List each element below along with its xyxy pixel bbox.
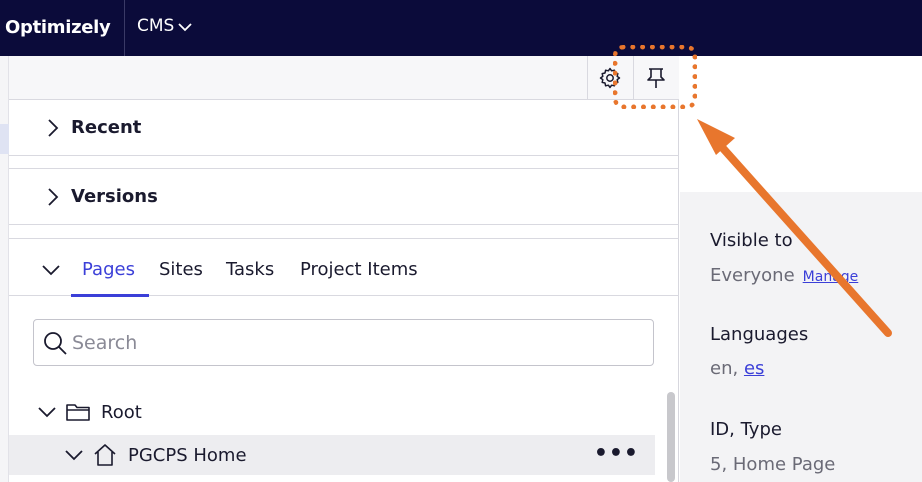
search-icon xyxy=(44,331,67,355)
chevron-down-icon xyxy=(42,265,60,276)
tree-node-root[interactable]: Root xyxy=(9,392,665,432)
tree-node-label: Root xyxy=(101,401,142,423)
recent-section-label: Recent xyxy=(71,117,142,138)
chevron-right-icon xyxy=(48,118,59,137)
topbar-divider xyxy=(124,0,125,56)
manage-link[interactable]: Manage xyxy=(803,269,859,285)
tree-scrollbar[interactable] xyxy=(665,392,677,482)
tree-node-label: PGCPS Home xyxy=(128,444,247,466)
tab-sites[interactable]: Sites xyxy=(159,259,203,280)
chevron-down-icon[interactable] xyxy=(64,449,84,461)
versions-section-header[interactable]: Versions xyxy=(9,168,679,225)
right-panel-header xyxy=(680,56,922,192)
tab-pages[interactable]: Pages xyxy=(82,259,135,280)
tree-tabs: Pages Sites Tasks Project Items xyxy=(9,238,679,297)
pin-icon xyxy=(646,68,665,88)
settings-button[interactable] xyxy=(587,56,631,100)
scrollbar-thumb[interactable] xyxy=(667,392,675,482)
tab-project-items[interactable]: Project Items xyxy=(300,259,418,280)
tree-node-pgcps-home[interactable]: PGCPS Home ••• xyxy=(9,435,655,475)
search-field[interactable] xyxy=(33,319,654,366)
visible-to-value: Everyone Manage xyxy=(710,265,858,286)
language-link-es[interactable]: es xyxy=(744,358,764,379)
id-type-label: ID, Type xyxy=(710,419,782,440)
folder-icon xyxy=(66,404,90,421)
cms-menu-label: CMS xyxy=(137,16,175,36)
visible-to-text: Everyone xyxy=(710,265,795,286)
cms-menu-button[interactable]: CMS xyxy=(137,16,192,36)
tab-tasks[interactable]: Tasks xyxy=(226,259,274,280)
visible-to-label: Visible to xyxy=(710,230,793,251)
languages-label: Languages xyxy=(710,324,809,345)
navigation-pane: Recent Versions Pages Sites Tasks Projec… xyxy=(9,56,679,482)
languages-value: en, es xyxy=(710,358,764,379)
pane-toolbar xyxy=(9,56,679,100)
versions-section-label: Versions xyxy=(71,186,158,207)
active-tab-indicator xyxy=(71,294,149,297)
home-icon xyxy=(94,444,116,466)
collapse-tabs-toggle[interactable] xyxy=(41,261,61,280)
gear-icon xyxy=(599,67,620,89)
left-nav-strip xyxy=(0,56,9,482)
id-type-value: 5, Home Page xyxy=(710,454,836,475)
search-input[interactable] xyxy=(72,331,632,354)
page-info-panel: Visible to Everyone Manage Languages en, … xyxy=(680,192,922,482)
chevron-down-icon xyxy=(178,23,192,32)
recent-section-header[interactable]: Recent xyxy=(9,100,679,156)
languages-text: en, xyxy=(710,358,744,379)
brand-logo[interactable]: Optimizely xyxy=(5,17,111,38)
left-nav-strip-highlight xyxy=(0,124,9,154)
more-options-icon[interactable]: ••• xyxy=(594,441,639,466)
top-navigation-bar: Optimizely CMS xyxy=(0,0,922,56)
chevron-right-icon xyxy=(48,187,59,206)
chevron-down-icon[interactable] xyxy=(37,406,57,418)
pin-button[interactable] xyxy=(633,56,677,100)
